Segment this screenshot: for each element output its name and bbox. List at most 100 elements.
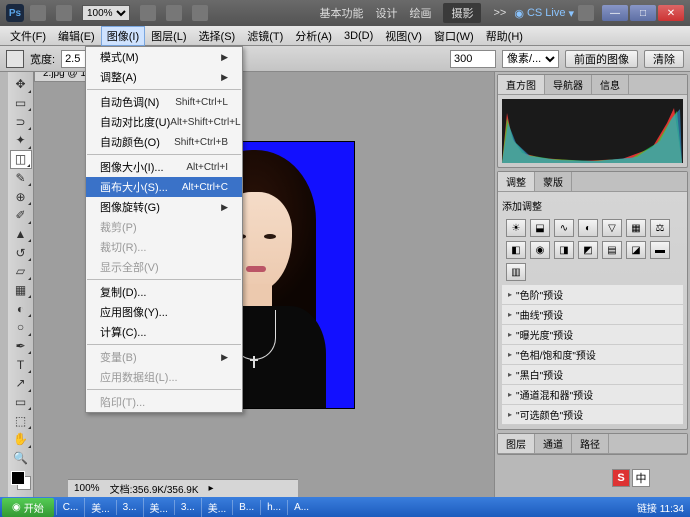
preset-curves[interactable]: ▸"曲线"预设 bbox=[502, 305, 683, 325]
zoom-select[interactable]: 100% bbox=[82, 5, 130, 21]
brightness-icon[interactable]: ☀ bbox=[506, 219, 526, 237]
menu-item[interactable]: 调整(A)▶ bbox=[86, 67, 242, 87]
ime-s-icon[interactable]: S bbox=[612, 469, 630, 487]
eraser-tool[interactable]: ▱ bbox=[10, 262, 32, 281]
preset-selectivecolor[interactable]: ▸"可选颜色"预设 bbox=[502, 405, 683, 425]
gradientmap-icon[interactable]: ▬ bbox=[650, 241, 670, 259]
curves-icon[interactable]: ∿ bbox=[554, 219, 574, 237]
3d-tool[interactable]: ⬚ bbox=[10, 411, 32, 430]
launcher-icon[interactable] bbox=[192, 5, 208, 21]
menu-item[interactable]: 画布大小(S)...Alt+Ctrl+C bbox=[86, 177, 242, 197]
preset-hue[interactable]: ▸"色相/饱和度"预设 bbox=[502, 345, 683, 365]
vibrance-icon[interactable]: ▽ bbox=[602, 219, 622, 237]
threshold-icon[interactable]: ◪ bbox=[626, 241, 646, 259]
bw-icon[interactable]: ◧ bbox=[506, 241, 526, 259]
marquee-tool[interactable]: ▭ bbox=[10, 94, 32, 113]
launcher-icon[interactable] bbox=[166, 5, 182, 21]
preset-exposure[interactable]: ▸"曝光度"预设 bbox=[502, 325, 683, 345]
lasso-tool[interactable]: ⊃ bbox=[10, 112, 32, 131]
workspace-tab-active[interactable]: 摄影 bbox=[443, 3, 481, 23]
close-button[interactable]: ✕ bbox=[658, 5, 684, 21]
launcher-icon[interactable] bbox=[30, 5, 46, 21]
tab-adjustments[interactable]: 调整 bbox=[498, 172, 535, 191]
heal-tool[interactable]: ⊕ bbox=[10, 187, 32, 206]
cslive-button[interactable]: ◉ CS Live ▾ bbox=[514, 7, 574, 20]
taskbar-item[interactable]: 3... bbox=[174, 500, 201, 515]
wand-tool[interactable]: ✦ bbox=[10, 131, 32, 150]
system-tray[interactable]: 链接 11:34 bbox=[631, 500, 690, 515]
channelmixer-icon[interactable]: ◨ bbox=[554, 241, 574, 259]
invert-icon[interactable]: ◩ bbox=[578, 241, 598, 259]
colorbalance-icon[interactable]: ⚖ bbox=[650, 219, 670, 237]
menu-item[interactable]: 图像旋转(G)▶ bbox=[86, 197, 242, 217]
taskbar-item[interactable]: 美... bbox=[143, 498, 174, 517]
minimize-button[interactable]: — bbox=[602, 5, 628, 21]
menu-item[interactable]: 自动对比度(U)Alt+Shift+Ctrl+L bbox=[86, 112, 242, 132]
selectivecolor-icon[interactable]: ▥ bbox=[506, 263, 526, 281]
menu-item[interactable]: 模式(M)▶ bbox=[86, 47, 242, 67]
tab-navigator[interactable]: 导航器 bbox=[545, 75, 592, 94]
help-icon[interactable] bbox=[578, 5, 594, 21]
menu-image[interactable]: 图像(I) bbox=[101, 26, 145, 46]
menu-edit[interactable]: 编辑(E) bbox=[52, 26, 101, 46]
unit-select[interactable]: 像素/... bbox=[502, 50, 559, 68]
workspace-tab[interactable]: 基本功能 bbox=[319, 5, 363, 21]
start-button[interactable]: ◉ 开始 bbox=[2, 498, 54, 517]
taskbar-item[interactable]: B... bbox=[232, 500, 260, 515]
menu-3d[interactable]: 3D(D) bbox=[338, 28, 379, 44]
more-icon[interactable]: >> bbox=[493, 7, 506, 19]
tab-masks[interactable]: 蒙版 bbox=[535, 172, 572, 191]
hand-tool[interactable]: ✋ bbox=[10, 430, 32, 449]
menu-item[interactable]: 复制(D)... bbox=[86, 282, 242, 302]
taskbar-item[interactable]: 美... bbox=[84, 498, 115, 517]
menu-item[interactable]: 自动颜色(O)Shift+Ctrl+B bbox=[86, 132, 242, 152]
posterize-icon[interactable]: ▤ bbox=[602, 241, 622, 259]
taskbar-item[interactable]: C... bbox=[56, 500, 85, 515]
dodge-tool[interactable]: ○ bbox=[10, 318, 32, 337]
zoom-value[interactable]: 100% bbox=[74, 483, 100, 494]
preset-channelmixer[interactable]: ▸"通道混和器"预设 bbox=[502, 385, 683, 405]
preset-levels[interactable]: ▸"色阶"预设 bbox=[502, 285, 683, 305]
menu-item[interactable]: 图像大小(I)...Alt+Ctrl+I bbox=[86, 157, 242, 177]
type-tool[interactable]: T bbox=[10, 355, 32, 374]
workspace-tab[interactable]: 设计 bbox=[375, 5, 397, 21]
brush-tool[interactable]: ✐ bbox=[10, 206, 32, 225]
menu-item[interactable]: 计算(C)... bbox=[86, 322, 242, 342]
blur-tool[interactable]: ◐ bbox=[10, 299, 32, 318]
clear-button[interactable]: 清除 bbox=[644, 50, 684, 68]
menu-view[interactable]: 视图(V) bbox=[379, 26, 428, 46]
launcher-icon[interactable] bbox=[56, 5, 72, 21]
shape-tool[interactable]: ▭ bbox=[10, 393, 32, 412]
pen-tool[interactable]: ✒ bbox=[10, 337, 32, 356]
maximize-button[interactable]: □ bbox=[630, 5, 656, 21]
preset-bw[interactable]: ▸"黑白"预设 bbox=[502, 365, 683, 385]
ime-ch-icon[interactable]: 中 bbox=[632, 469, 650, 487]
tab-channels[interactable]: 通道 bbox=[535, 434, 572, 453]
height-field[interactable] bbox=[450, 50, 496, 68]
taskbar-item[interactable]: 美... bbox=[201, 498, 232, 517]
taskbar-item[interactable]: h... bbox=[260, 500, 287, 515]
menu-select[interactable]: 选择(S) bbox=[193, 26, 242, 46]
menu-item[interactable]: 自动色调(N)Shift+Ctrl+L bbox=[86, 92, 242, 112]
menu-item[interactable]: 应用图像(Y)... bbox=[86, 302, 242, 322]
stamp-tool[interactable]: ▲ bbox=[10, 225, 32, 244]
tab-histogram[interactable]: 直方图 bbox=[498, 75, 545, 94]
gradient-tool[interactable]: ▦ bbox=[10, 281, 32, 300]
menu-help[interactable]: 帮助(H) bbox=[480, 26, 529, 46]
menu-analysis[interactable]: 分析(A) bbox=[289, 26, 338, 46]
color-swatch[interactable] bbox=[11, 471, 31, 490]
menu-filter[interactable]: 滤镜(T) bbox=[241, 26, 289, 46]
menu-layer[interactable]: 图层(L) bbox=[145, 26, 192, 46]
launcher-icon[interactable] bbox=[140, 5, 156, 21]
tab-info[interactable]: 信息 bbox=[592, 75, 629, 94]
zoom-tool[interactable]: 🔍 bbox=[10, 449, 32, 468]
eyedropper-tool[interactable]: ✎ bbox=[10, 169, 32, 188]
crop-tool[interactable]: ◫ bbox=[10, 150, 32, 169]
tab-layers[interactable]: 图层 bbox=[498, 434, 535, 453]
taskbar-item[interactable]: 3... bbox=[116, 500, 143, 515]
tab-paths[interactable]: 路径 bbox=[572, 434, 609, 453]
front-image-button[interactable]: 前面的图像 bbox=[565, 50, 638, 68]
path-tool[interactable]: ↗ bbox=[10, 374, 32, 393]
menu-window[interactable]: 窗口(W) bbox=[428, 26, 480, 46]
taskbar-item[interactable]: A... bbox=[287, 500, 315, 515]
